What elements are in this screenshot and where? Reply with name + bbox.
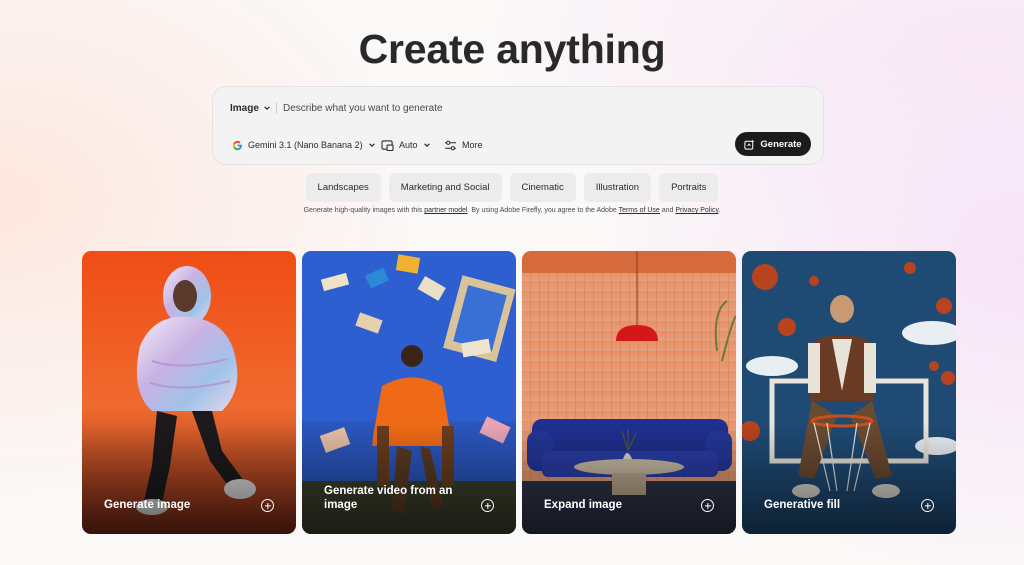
- style-chips: Landscapes Marketing and Social Cinemati…: [0, 173, 1024, 202]
- card-label: Generative fill: [764, 499, 841, 511]
- privacy-policy-link[interactable]: Privacy Policy: [675, 207, 718, 214]
- prompt-input[interactable]: [283, 99, 803, 117]
- card-shade: [82, 424, 296, 534]
- legal-disclaimer: Generate high-quality images with this p…: [0, 207, 1024, 214]
- terms-of-use-link[interactable]: Terms of Use: [619, 207, 660, 214]
- more-options-button[interactable]: More: [444, 137, 483, 153]
- chip-landscapes[interactable]: Landscapes: [305, 173, 381, 202]
- page-headline: Create anything: [358, 26, 666, 72]
- sparkle-generate-icon: [744, 138, 755, 150]
- card-expand-image[interactable]: Expand image: [522, 251, 736, 534]
- more-label: More: [462, 140, 483, 150]
- card-shade: [742, 424, 956, 534]
- generate-label: Generate: [760, 138, 802, 150]
- chip-portraits[interactable]: Portraits: [659, 173, 719, 202]
- aspect-ratio-icon: [381, 139, 394, 151]
- card-shade: [302, 424, 516, 534]
- disclaimer-text: .: [718, 207, 721, 214]
- card-label: Generate image: [104, 499, 191, 511]
- plus-circle-icon: [481, 499, 494, 512]
- chevron-down-icon: [368, 143, 375, 148]
- sliders-icon: [445, 140, 456, 150]
- aspect-label: Auto: [399, 140, 418, 150]
- google-logo-icon: [232, 140, 242, 150]
- card-generate-video[interactable]: Generate video from an image: [302, 251, 516, 534]
- model-label: Gemini 3.1 (Nano Banana 2): [248, 140, 363, 150]
- plus-circle-icon: [701, 499, 714, 512]
- card-generate-image[interactable]: Generate image: [82, 251, 296, 534]
- disclaimer-text: and: [659, 207, 676, 214]
- card-generative-fill[interactable]: Generative fill: [742, 251, 956, 534]
- aspect-ratio-selector[interactable]: Auto: [381, 137, 431, 153]
- divider: [276, 102, 277, 114]
- partner-model-link[interactable]: partner model: [424, 207, 467, 214]
- media-type-dropdown[interactable]: Image: [230, 101, 271, 115]
- prompt-box: Image Gemini 3.1 (Nano Banana 2) Auto Mo…: [212, 86, 824, 165]
- plus-circle-icon: [921, 499, 934, 512]
- media-type-label: Image: [230, 102, 259, 114]
- chip-cinematic[interactable]: Cinematic: [509, 173, 576, 202]
- chip-illustration[interactable]: Illustration: [583, 173, 652, 202]
- feature-cards: Generate image Generate video from an im…: [82, 251, 956, 534]
- generate-button[interactable]: Generate: [735, 132, 811, 156]
- card-shade: [522, 424, 736, 534]
- plus-circle-icon: [261, 499, 274, 512]
- card-label: Expand image: [544, 499, 622, 511]
- disclaimer-text: Generate high-quality images with this: [303, 207, 425, 214]
- disclaimer-text: . By using Adobe Firefly, you agree to t…: [467, 207, 619, 214]
- chevron-down-icon: [423, 143, 430, 148]
- card-label: Generate video from an image: [324, 485, 453, 511]
- model-selector[interactable]: Gemini 3.1 (Nano Banana 2): [232, 137, 376, 153]
- chevron-down-icon: [264, 106, 270, 111]
- chip-marketing-and-social[interactable]: Marketing and Social: [388, 173, 502, 202]
